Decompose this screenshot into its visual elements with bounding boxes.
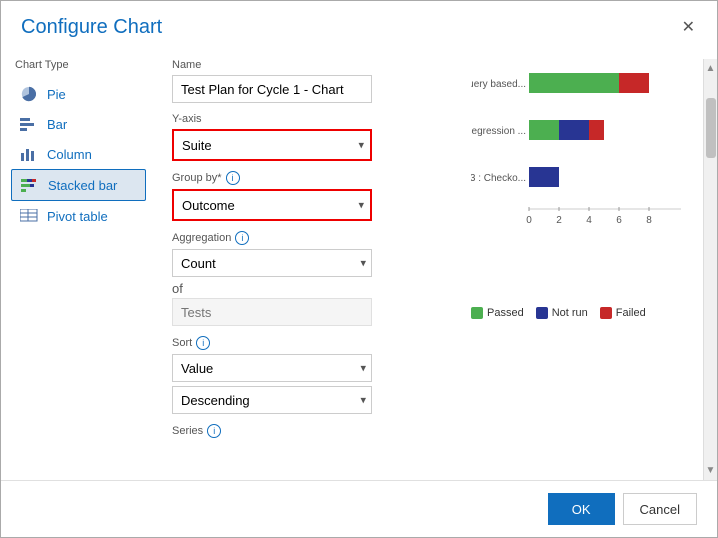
column-icon: [19, 146, 39, 162]
sort-select-wrapper: Value Label ▾: [172, 354, 372, 382]
yaxis-select[interactable]: Suite Title Priority: [174, 131, 370, 159]
chart-preview-section: Query based... Regression ... 13 : Check…: [463, 59, 717, 480]
close-button[interactable]: ✕: [676, 15, 701, 39]
sort-label: Sort: [172, 337, 192, 349]
groupby-select-wrapper: Outcome Priority State ▾: [172, 189, 372, 221]
scroll-down-icon[interactable]: ▼: [706, 461, 716, 480]
sort-order-select-wrapper: Descending Ascending ▾: [172, 386, 372, 414]
legend-not-run-label: Not run: [552, 307, 588, 319]
aggregation-select[interactable]: Count Sum Average: [172, 249, 372, 277]
name-label: Name: [172, 59, 447, 71]
aggregation-info-icon[interactable]: i: [235, 231, 249, 245]
chart-legend: Passed Not run Failed: [471, 307, 695, 319]
sidebar-item-pivot-table[interactable]: Pivot table: [11, 201, 146, 231]
groupby-info-icon[interactable]: i: [226, 171, 240, 185]
svg-text:8: 8: [646, 215, 652, 226]
sort-info-icon[interactable]: i: [196, 336, 210, 350]
groupby-select[interactable]: Outcome Priority State: [174, 191, 370, 219]
groupby-label: Group by*: [172, 172, 222, 184]
legend-passed-dot: [471, 307, 483, 319]
series-label-row: Series i: [172, 424, 447, 438]
cancel-button[interactable]: Cancel: [623, 493, 697, 525]
title-bar: Configure Chart ✕: [1, 1, 717, 49]
legend-not-run-dot: [536, 307, 548, 319]
aggregation-label-row: Aggregation i: [172, 231, 447, 245]
of-label: of: [172, 281, 447, 296]
chart-area: Query based... Regression ... 13 : Check…: [471, 59, 695, 299]
sidebar-item-pie[interactable]: Pie: [11, 79, 146, 109]
sidebar-item-column-label: Column: [47, 147, 92, 162]
svg-text:4: 4: [586, 215, 592, 226]
svg-text:2: 2: [556, 215, 562, 226]
configure-chart-dialog: Configure Chart ✕ Chart Type Pie Bar: [0, 0, 718, 538]
series-label: Series: [172, 425, 203, 437]
svg-text:Query based...: Query based...: [471, 79, 526, 90]
legend-passed: Passed: [471, 307, 524, 319]
sort-order-select[interactable]: Descending Ascending: [172, 386, 372, 414]
pie-icon: [19, 86, 39, 102]
svg-text:6: 6: [616, 215, 622, 226]
dialog-scrollbar[interactable]: ▲ ▼: [703, 59, 717, 480]
name-input[interactable]: [172, 75, 372, 103]
dialog-footer: OK Cancel: [1, 480, 717, 537]
yaxis-select-wrapper: Suite Title Priority ▾: [172, 129, 372, 161]
sidebar-item-pivot-label: Pivot table: [47, 209, 108, 224]
chart-svg: Query based... Regression ... 13 : Check…: [471, 59, 691, 259]
dialog-body: Chart Type Pie Bar Column: [1, 49, 717, 480]
sidebar-item-stacked-bar-label: Stacked bar: [48, 178, 117, 193]
sidebar-item-stacked-bar[interactable]: Stacked bar: [11, 169, 146, 201]
bar-icon: [19, 116, 39, 132]
aggregation-label: Aggregation: [172, 232, 231, 244]
form-section: Name Y-axis Suite Title Priority ▾ Group…: [156, 59, 463, 480]
dialog-title: Configure Chart: [21, 16, 162, 39]
yaxis-label: Y-axis: [172, 113, 447, 125]
stacked-bar-icon: [20, 177, 40, 193]
svg-text:Regression ...: Regression ...: [471, 126, 526, 137]
sidebar-item-column[interactable]: Column: [11, 139, 146, 169]
legend-passed-label: Passed: [487, 307, 524, 319]
pivot-icon: [19, 208, 39, 224]
sidebar-item-bar-label: Bar: [47, 117, 67, 132]
chart-type-label: Chart Type: [11, 59, 146, 71]
sidebar-item-bar[interactable]: Bar: [11, 109, 146, 139]
sort-label-row: Sort i: [172, 336, 447, 350]
scroll-up-icon[interactable]: ▲: [706, 59, 716, 78]
svg-text:13 : Checko...: 13 : Checko...: [471, 173, 526, 184]
chart-preview: Query based... Regression ... 13 : Check…: [463, 59, 703, 480]
aggregation-select-wrapper: Count Sum Average ▾: [172, 249, 372, 277]
ok-button[interactable]: OK: [548, 493, 615, 525]
groupby-label-row: Group by* i: [172, 171, 447, 185]
sort-select[interactable]: Value Label: [172, 354, 372, 382]
legend-not-run: Not run: [536, 307, 588, 319]
of-input: [172, 298, 372, 326]
svg-text:0: 0: [526, 215, 532, 226]
scroll-thumb[interactable]: [706, 98, 716, 158]
legend-failed: Failed: [600, 307, 646, 319]
chart-type-sidebar: Chart Type Pie Bar Column: [1, 59, 156, 480]
legend-failed-dot: [600, 307, 612, 319]
sidebar-item-pie-label: Pie: [47, 87, 66, 102]
legend-failed-label: Failed: [616, 307, 646, 319]
series-info-icon[interactable]: i: [207, 424, 221, 438]
